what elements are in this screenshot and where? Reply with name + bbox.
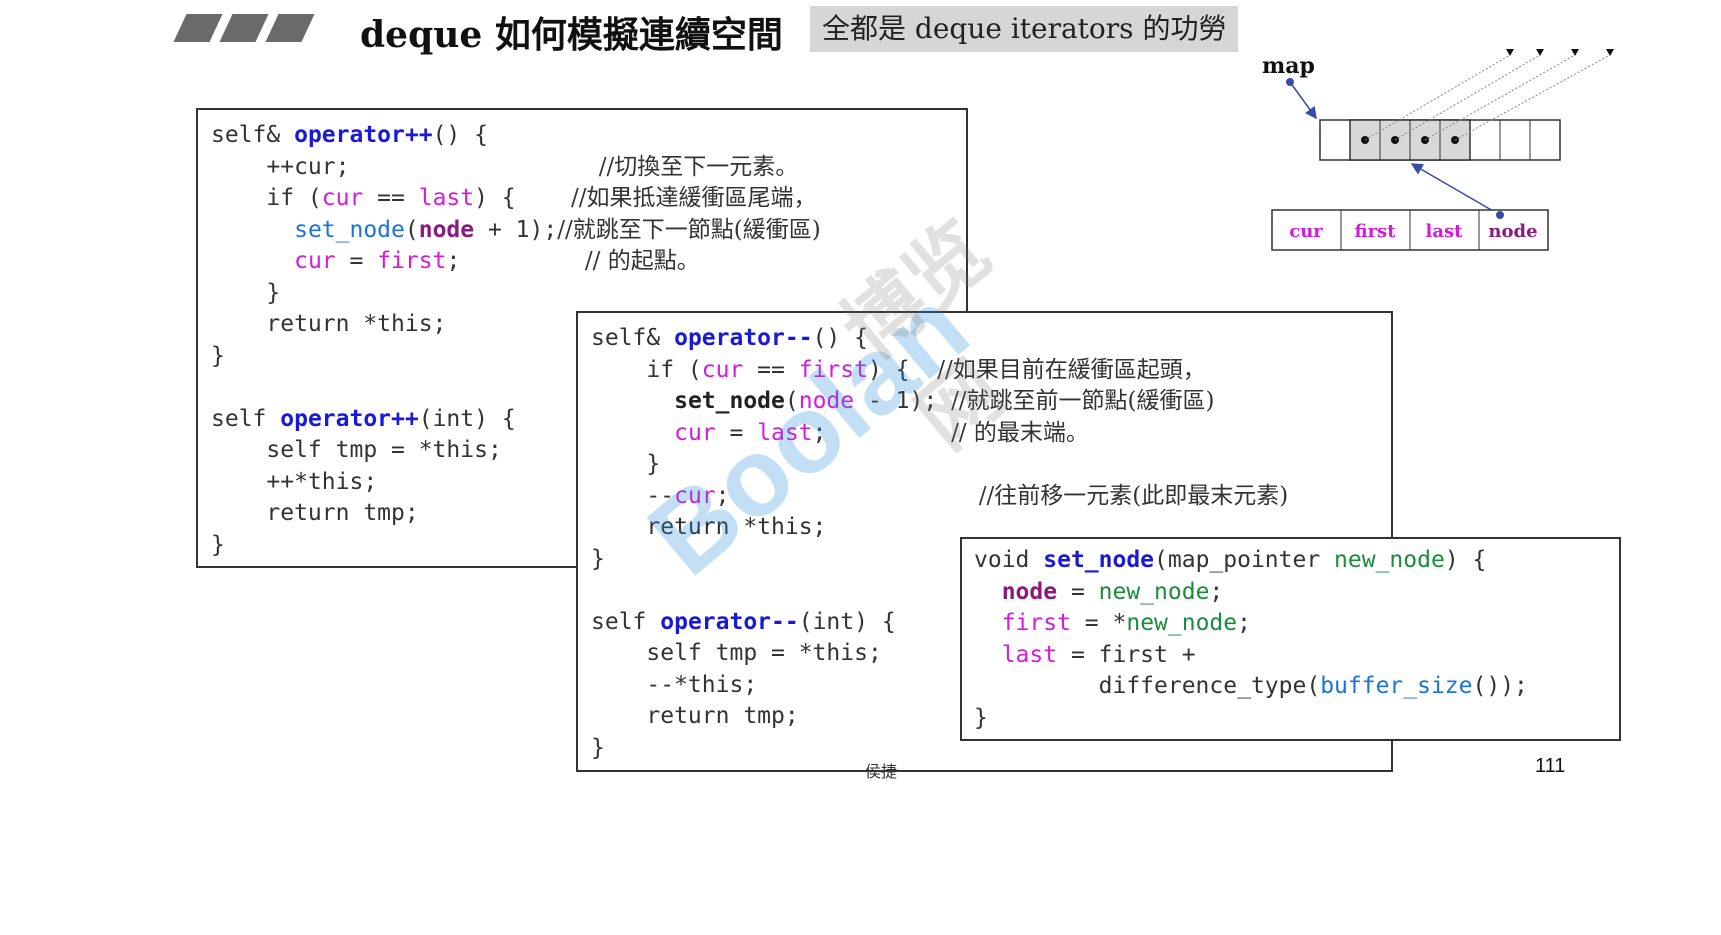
title-decoration [173,14,318,46]
code-block: void set_node(map_pointer new_node) { no… [974,547,1528,731]
page-number: 111 [1535,755,1566,777]
node-dot [1496,211,1504,219]
slash-shape [173,14,223,42]
map-array [1319,119,1561,161]
deque-iterator-diagram: map cur first last node [1262,49,1614,251]
node-arrow [1410,163,1501,216]
code-panel-set-node: void set_node(map_pointer new_node) { no… [960,537,1621,741]
pointer-arrowheads [1506,49,1614,56]
iterator-field-cur: cur [1289,221,1323,242]
iterator-field-first: first [1354,221,1396,242]
slash-shape [219,14,269,42]
iterator-field-node: node [1488,221,1537,242]
page-title: deque 如何模擬連續空間 [360,14,783,56]
footer-author: 侯捷 [865,762,898,781]
page-subtitle: 全都是 deque iterators 的功勞 [810,6,1239,52]
map-arrow [1289,81,1317,120]
map-label: map [1262,53,1315,79]
slash-shape [265,14,315,42]
iterator-field-last: last [1426,221,1464,242]
